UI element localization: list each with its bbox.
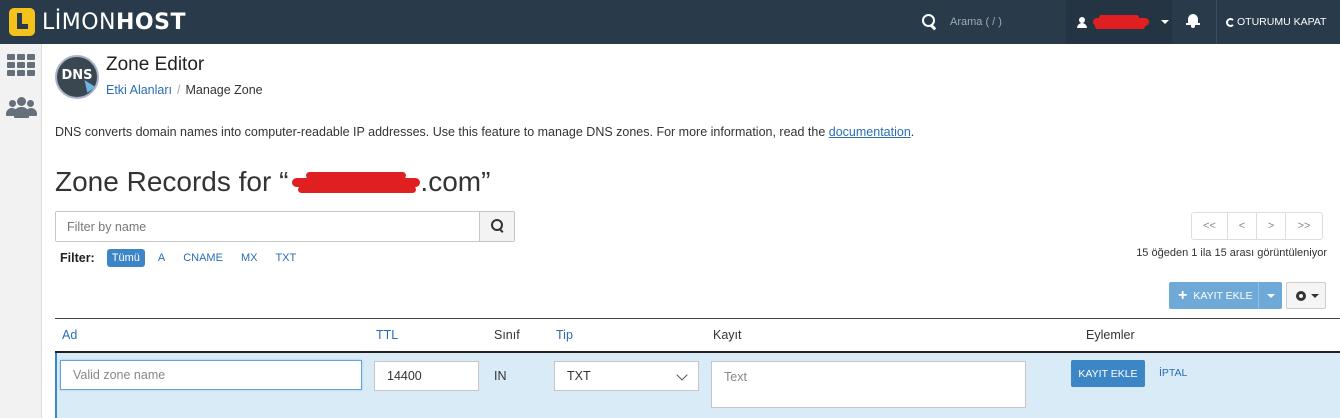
- redacted-username: [1091, 15, 1151, 29]
- add-record-dropdown-toggle[interactable]: [1258, 282, 1282, 309]
- breadcrumb: Etki Alanları / Manage Zone: [106, 83, 263, 97]
- filter-chip-txt[interactable]: TXT: [270, 249, 301, 267]
- logout-icon: [1226, 17, 1235, 27]
- search-icon: [491, 219, 505, 233]
- prev-page-button[interactable]: <: [1227, 212, 1257, 240]
- zone-domain: .com”: [288, 166, 490, 198]
- record-type-value: TXT: [567, 369, 591, 383]
- column-header-actions: Eylemler: [1086, 328, 1135, 342]
- record-type-select[interactable]: TXT: [554, 361, 699, 391]
- filter-by-name-input[interactable]: [56, 212, 479, 241]
- bell-icon-base: [1186, 23, 1200, 25]
- last-page-button[interactable]: >>: [1285, 212, 1323, 240]
- chevron-down-icon: [1161, 20, 1169, 24]
- chevron-down-icon: [1311, 294, 1319, 298]
- documentation-link[interactable]: documentation: [829, 125, 911, 139]
- filter-chip-cname[interactable]: CNAME: [178, 249, 228, 267]
- column-header-record: Kayıt: [713, 328, 742, 342]
- filter-chip-all[interactable]: Tümü: [106, 249, 145, 267]
- save-record-button[interactable]: KAYIT EKLE: [1071, 360, 1145, 387]
- pagination: << < > >>: [1191, 212, 1323, 240]
- user-menu[interactable]: [1066, 0, 1172, 44]
- page-title: Zone Editor: [106, 54, 205, 75]
- top-navbar: LİMONHOST Arama ( / ) OTURUMU KAPAT: [0, 0, 1340, 44]
- add-record-button[interactable]: + KAYIT EKLE: [1169, 282, 1259, 309]
- type-filter: Filter: Tümü A CNAME MX TXT: [60, 249, 309, 267]
- brand-logo-icon: [9, 8, 35, 36]
- zone-name-input[interactable]: Valid zone name: [60, 360, 362, 390]
- filter-chip-a[interactable]: A: [153, 249, 170, 267]
- column-header-ttl[interactable]: TTL: [376, 328, 398, 342]
- column-header-name[interactable]: Ad: [62, 328, 77, 342]
- next-page-button[interactable]: >: [1256, 212, 1286, 240]
- filter-search-button[interactable]: [479, 212, 514, 241]
- column-header-class: Sınıf: [494, 328, 520, 342]
- logout-button[interactable]: OTURUMU KAPAT: [1216, 0, 1340, 44]
- apps-grid-icon[interactable]: [7, 54, 35, 78]
- settings-dropdown-button[interactable]: [1286, 282, 1326, 309]
- brand-logo[interactable]: LİMONHOST: [9, 6, 186, 38]
- record-class: IN: [494, 369, 507, 383]
- bell-icon[interactable]: [1186, 13, 1200, 29]
- add-record-label: KAYIT EKLE: [1193, 289, 1253, 302]
- dns-app-icon: DNS: [55, 55, 99, 99]
- global-search-placeholder: Arama ( / ): [950, 16, 1002, 28]
- filter-label: Filter:: [60, 251, 95, 265]
- intro-description: DNS converts domain names into computer-…: [55, 125, 915, 139]
- zone-records-title: Zone Records for “ .com”: [55, 166, 491, 198]
- ttl-input[interactable]: 14400: [374, 361, 479, 391]
- breadcrumb-parent-link[interactable]: Etki Alanları: [106, 83, 172, 97]
- column-header-type[interactable]: Tip: [556, 328, 573, 342]
- brand-name: LİMONHOST: [42, 9, 186, 35]
- logout-label: OTURUMU KAPAT: [1237, 16, 1327, 28]
- sidebar: [0, 44, 42, 418]
- filter-chip-mx[interactable]: MX: [236, 249, 263, 267]
- search-icon: [922, 14, 938, 30]
- table-header: Ad TTL Sınıf Tip Kayıt Eylemler: [55, 319, 1340, 351]
- plus-icon: +: [1178, 286, 1188, 304]
- breadcrumb-separator: /: [177, 83, 181, 97]
- record-text-area[interactable]: Text: [711, 361, 1026, 408]
- first-page-button[interactable]: <<: [1191, 212, 1228, 240]
- breadcrumb-current: Manage Zone: [185, 83, 263, 97]
- gear-icon: [1296, 291, 1306, 301]
- user-icon: [1077, 16, 1087, 28]
- cancel-link[interactable]: İPTAL: [1159, 367, 1187, 379]
- filter-box: [55, 211, 515, 242]
- global-search[interactable]: Arama ( / ): [922, 10, 1002, 34]
- redacted-domain: [292, 172, 421, 198]
- chevron-down-icon: [676, 369, 688, 381]
- users-icon[interactable]: [5, 97, 37, 119]
- page-info: 15 öğeden 1 ila 15 arası görüntüleniyor: [1136, 247, 1327, 259]
